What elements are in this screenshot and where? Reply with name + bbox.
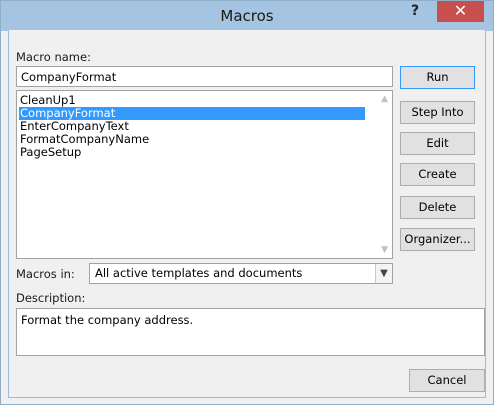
help-button[interactable]: ?: [398, 1, 432, 23]
macro-list[interactable]: CleanUp1 CompanyFormat EnterCompanyText …: [16, 90, 393, 259]
scroll-down-icon[interactable]: ▼: [381, 245, 388, 255]
edit-button[interactable]: Edit: [400, 132, 475, 155]
run-button[interactable]: Run: [400, 66, 475, 89]
macro-name-input[interactable]: [16, 66, 393, 87]
description-label: Description:: [16, 291, 86, 305]
scroll-up-icon[interactable]: ▲: [381, 94, 388, 104]
list-item[interactable]: PageSetup: [19, 146, 365, 159]
macros-in-select[interactable]: All active templates and documents ▼: [89, 263, 393, 284]
title-bar: Macros ? ✕: [1, 1, 493, 31]
description-field: Format the company address.: [16, 308, 485, 356]
macros-in-value: All active templates and documents: [95, 266, 303, 280]
create-button[interactable]: Create: [400, 163, 475, 186]
delete-button[interactable]: Delete: [400, 196, 475, 219]
macros-in-label: Macros in:: [16, 267, 75, 281]
close-button[interactable]: ✕: [437, 1, 484, 22]
cancel-button[interactable]: Cancel: [409, 369, 485, 392]
macro-name-label: Macro name:: [16, 50, 91, 64]
organizer-button[interactable]: Organizer...: [400, 228, 475, 251]
chevron-down-icon[interactable]: ▼: [375, 264, 392, 283]
step-into-button[interactable]: Step Into: [400, 101, 475, 124]
